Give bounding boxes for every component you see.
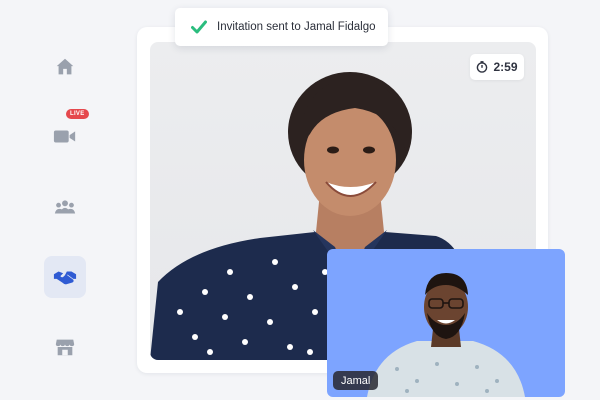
stopwatch-icon (477, 61, 488, 73)
home-icon (56, 58, 74, 75)
sidebar-item-groups[interactable] (44, 186, 86, 228)
call-timer: 2:59 (470, 54, 524, 80)
invitation-toast: Invitation sent to Jamal Fidalgo (175, 8, 388, 46)
live-badge: LIVE (66, 109, 89, 119)
sidebar-item-store[interactable] (44, 326, 86, 368)
call-timer-value: 2:59 (493, 60, 518, 74)
sidebar-item-live-video[interactable]: LIVE (44, 109, 89, 157)
sidebar-item-deals[interactable] (44, 256, 86, 298)
toast-message: Invitation sent to Jamal Fidalgo (217, 21, 376, 33)
people-group-icon (54, 200, 76, 214)
sidebar: LIVE (0, 0, 130, 400)
checkmark-icon (191, 20, 207, 34)
handshake-icon (53, 271, 77, 285)
video-camera-icon (53, 130, 76, 143)
pip-participant-name: Jamal (333, 371, 379, 390)
sidebar-item-home[interactable] (44, 46, 86, 88)
storefront-icon (55, 339, 75, 356)
